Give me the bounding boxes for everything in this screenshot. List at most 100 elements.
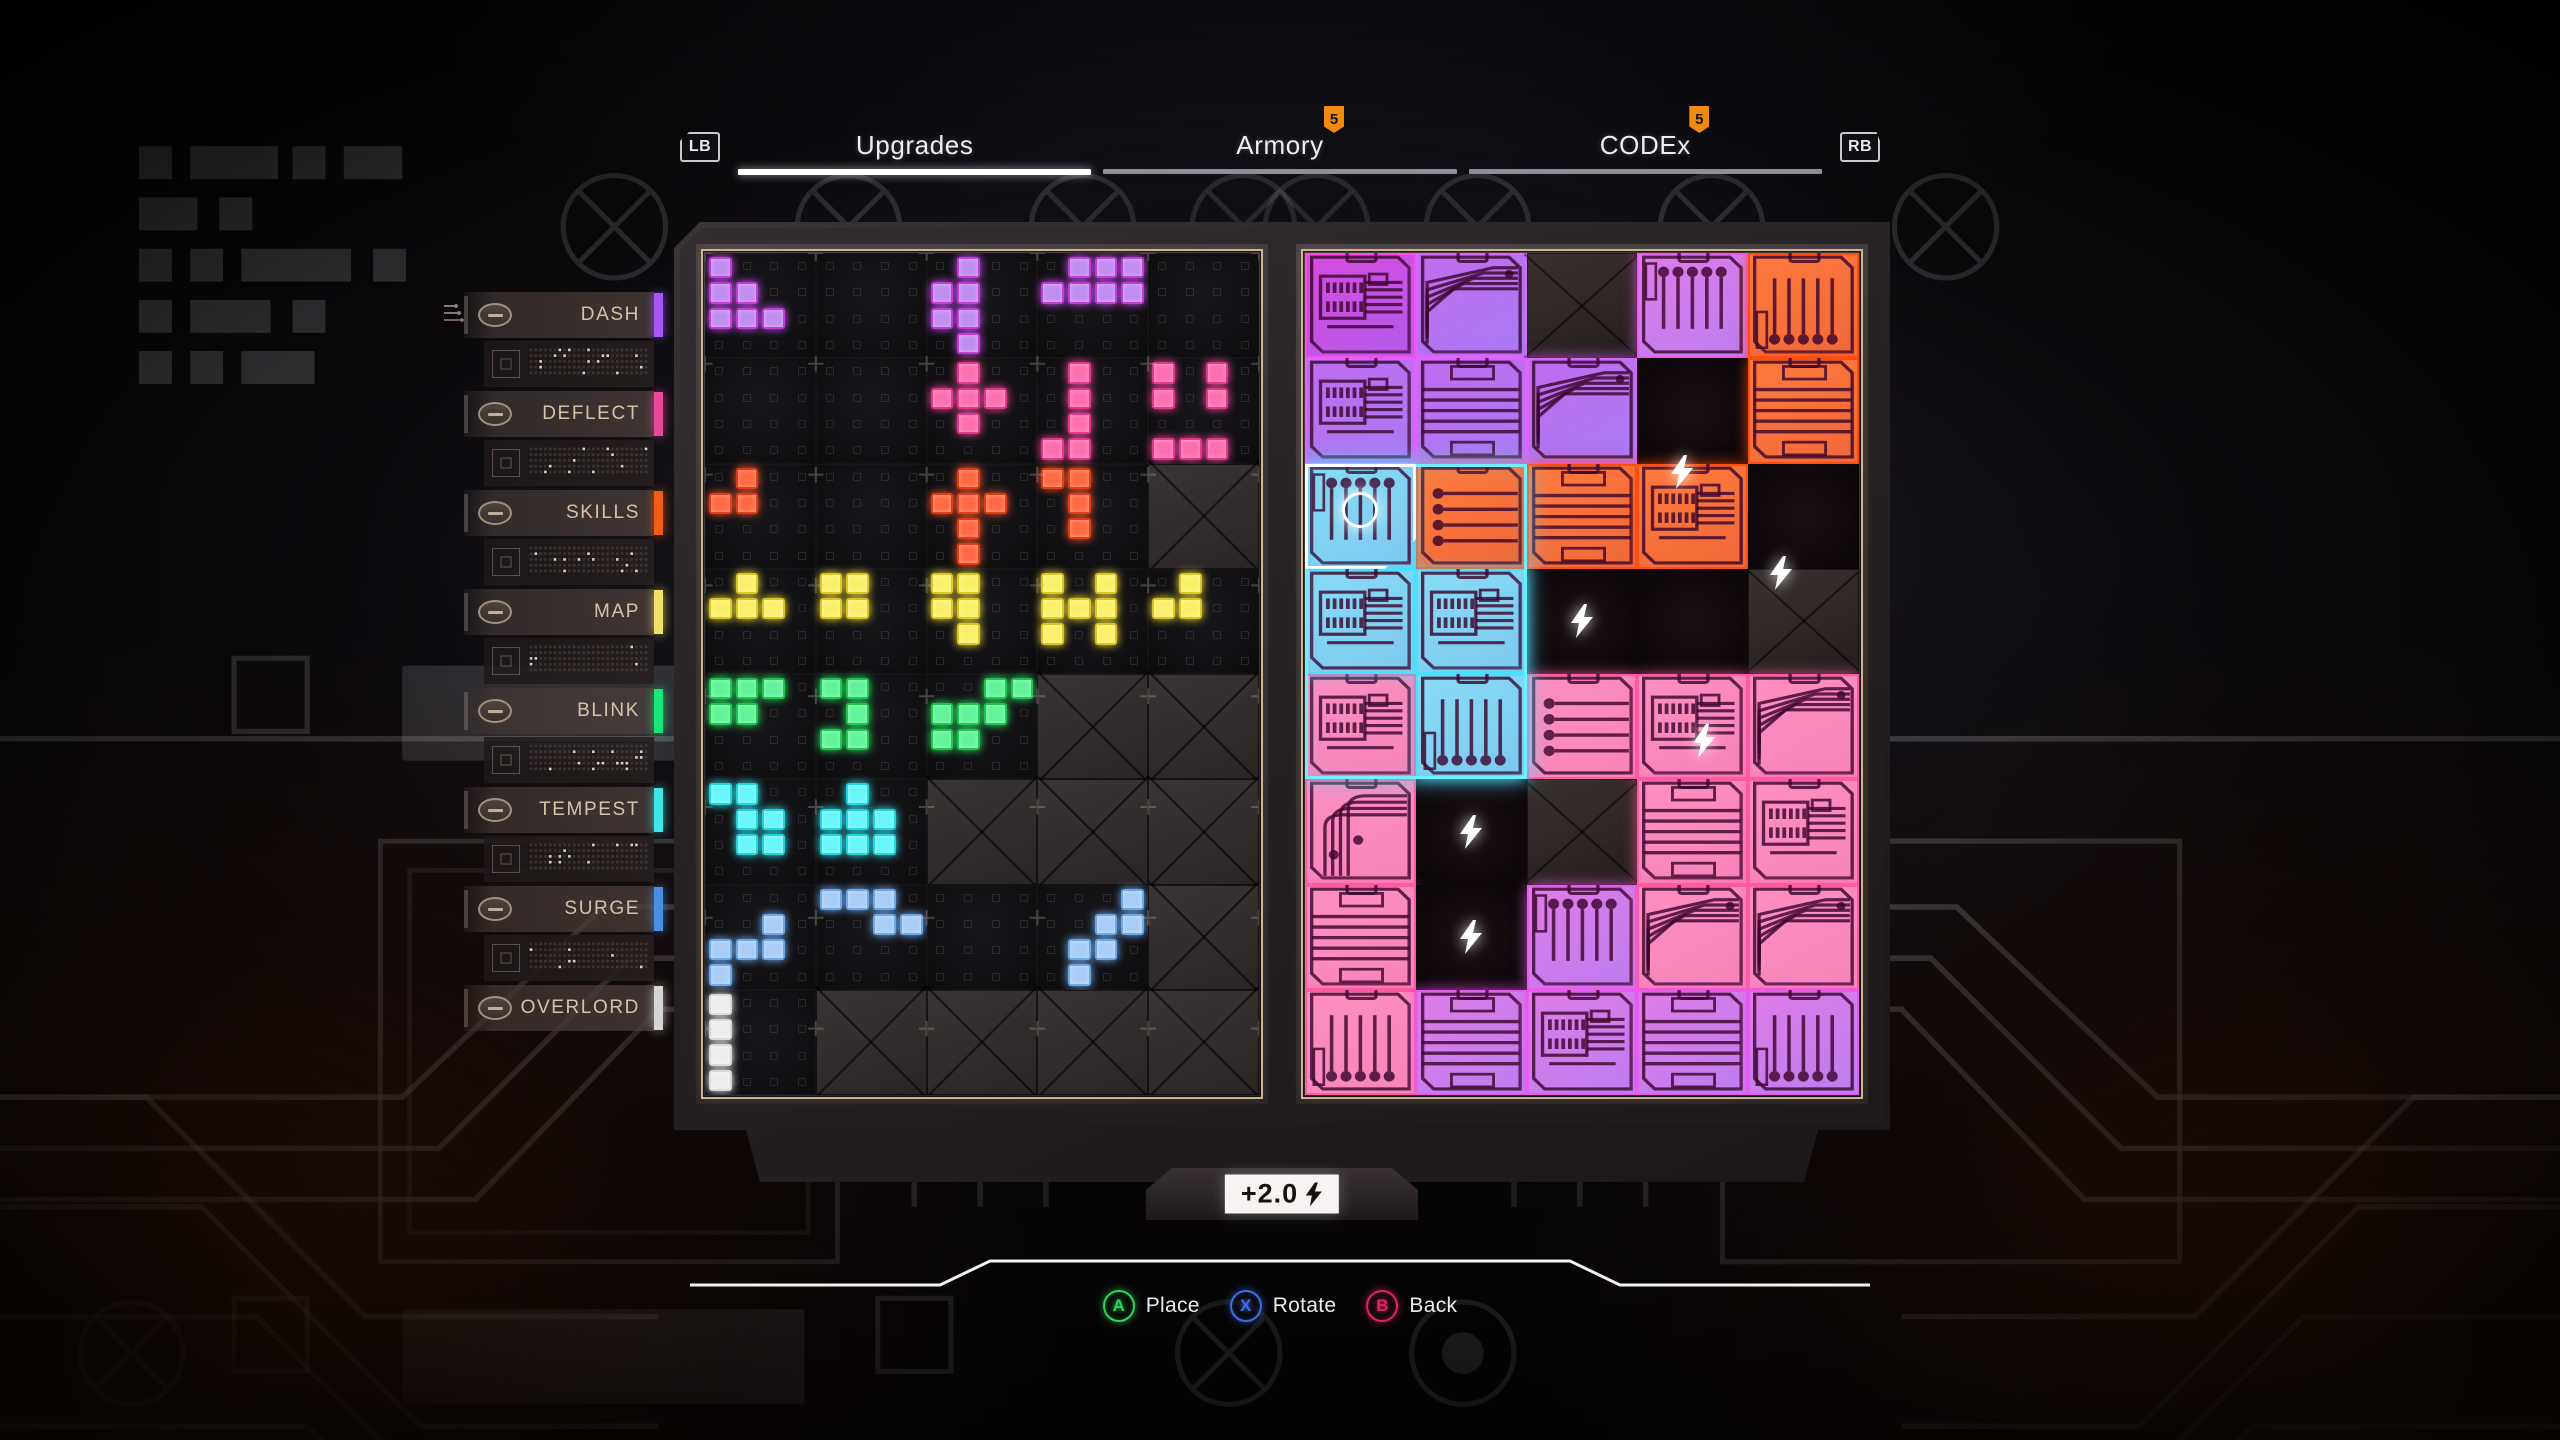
tetromino-green[interactable] — [927, 674, 1038, 779]
inventory-piece-slot[interactable] — [926, 253, 1038, 359]
circuit-module-orange[interactable] — [1526, 463, 1638, 569]
circuit-module-rose[interactable] — [1748, 674, 1859, 780]
tetromino-pink[interactable] — [1148, 358, 1259, 463]
circuit-empty-slot[interactable] — [1415, 779, 1527, 885]
tab-upgrades[interactable]: Upgrades — [732, 118, 1097, 175]
circuit-module-rose[interactable] — [1305, 779, 1416, 885]
circuit-module-magenta[interactable] — [1305, 253, 1416, 359]
circuit-module-violet[interactable] — [1415, 358, 1527, 464]
sidebar-item-tempest[interactable]: TEMPEST — [464, 787, 663, 833]
circuit-module-orchid[interactable] — [1637, 253, 1749, 359]
tetromino-yellow[interactable] — [1037, 569, 1148, 674]
inventory-piece-slot[interactable] — [705, 568, 816, 674]
circuit-empty-slot[interactable] — [1305, 568, 1416, 674]
tab-codex[interactable]: CODEx 5 — [1463, 106, 1828, 175]
circuit-module-rose[interactable] — [1748, 779, 1859, 885]
tetromino-orange[interactable] — [1037, 464, 1148, 569]
tab-armory[interactable]: Armory 5 — [1097, 106, 1462, 175]
circuit-module-rose[interactable] — [1637, 674, 1749, 780]
tetromino-blue[interactable] — [816, 885, 927, 990]
circuit-module-rose[interactable] — [1305, 674, 1416, 780]
inventory-piece-slot[interactable] — [926, 358, 1038, 464]
circuit-module-orchid[interactable] — [1526, 884, 1638, 990]
circuit-module-violet[interactable] — [1415, 253, 1527, 359]
prompt-rotate[interactable]: X Rotate — [1229, 1290, 1337, 1322]
inventory-piece-slot[interactable] — [705, 253, 816, 359]
circuit-module-rose[interactable] — [1526, 674, 1638, 780]
inventory-piece-slot[interactable] — [926, 674, 1038, 780]
tetromino-purple[interactable] — [927, 253, 1038, 358]
circuit-module-rose[interactable] — [1415, 674, 1527, 780]
tetromino-yellow[interactable] — [927, 569, 1038, 674]
circuit-module-orchid[interactable] — [1637, 989, 1749, 1095]
circuit-module-orange[interactable] — [1748, 253, 1859, 359]
circuit-empty-slot[interactable] — [1415, 568, 1527, 674]
circuit-module-orange[interactable] — [1415, 463, 1527, 569]
circuit-module-rose[interactable] — [1748, 884, 1859, 990]
prompt-back[interactable]: B Back — [1366, 1290, 1457, 1322]
sidebar-item-surge[interactable]: SURGE — [464, 886, 663, 932]
inventory-piece-slot[interactable] — [1148, 568, 1259, 674]
prompt-place[interactable]: A Place — [1102, 1290, 1200, 1322]
tetromino-blue[interactable] — [705, 885, 816, 990]
tetromino-orange[interactable] — [705, 464, 816, 569]
tetromino-cyan[interactable] — [705, 779, 816, 884]
circuit-module-orchid[interactable] — [1526, 989, 1638, 1095]
inventory-piece-slot[interactable] — [705, 674, 816, 780]
inventory-piece-slot[interactable] — [1148, 358, 1259, 464]
sidebar-item-skills[interactable]: SKILLS — [464, 490, 663, 536]
sidebar-item-overlord[interactable]: OVERLORD — [464, 985, 663, 1031]
inventory-grid[interactable] — [705, 253, 1259, 1095]
circuit-module-orange[interactable] — [1748, 358, 1859, 464]
tetromino-white[interactable] — [705, 990, 816, 1095]
circuit-empty-slot[interactable] — [1526, 568, 1638, 674]
tetromino-cyan[interactable] — [816, 779, 927, 884]
circuit-empty-slot[interactable] — [1748, 463, 1859, 569]
circuit-empty-slot[interactable] — [1415, 884, 1527, 990]
inventory-piece-slot[interactable] — [1037, 463, 1149, 569]
circuit-module-orchid[interactable] — [1748, 989, 1859, 1095]
sidebar-item-dash[interactable]: DASH — [464, 292, 663, 338]
inventory-piece-slot[interactable] — [1037, 568, 1149, 674]
circuit-empty-slot[interactable] — [1637, 568, 1749, 674]
sidebar-item-map[interactable]: MAP — [464, 589, 663, 635]
inventory-piece-slot[interactable] — [1037, 253, 1149, 359]
inventory-piece-slot[interactable] — [1037, 884, 1149, 990]
circuit-module-rose[interactable] — [1637, 884, 1749, 990]
inventory-piece-slot[interactable] — [705, 989, 816, 1095]
tetromino-green[interactable] — [705, 674, 816, 779]
inventory-piece-slot[interactable] — [926, 463, 1038, 569]
tetromino-purple[interactable] — [1037, 253, 1148, 358]
circuit-grid[interactable] — [1305, 253, 1859, 1095]
sidebar-item-deflect[interactable]: DEFLECT — [464, 391, 663, 437]
circuit-module-violet[interactable] — [1305, 358, 1416, 464]
inventory-piece-slot[interactable] — [705, 779, 816, 885]
tetromino-purple[interactable] — [705, 253, 816, 358]
inventory-piece-slot[interactable] — [705, 463, 816, 569]
inventory-piece-slot[interactable] — [926, 568, 1038, 674]
sidebar-item-blink[interactable]: BLINK — [464, 688, 663, 734]
circuit-empty-slot[interactable] — [1305, 463, 1416, 569]
tetromino-pink[interactable] — [1037, 358, 1148, 463]
circuit-empty-slot[interactable] — [1637, 358, 1749, 464]
inventory-piece-slot[interactable] — [1037, 358, 1149, 464]
circuit-module-rose[interactable] — [1305, 884, 1416, 990]
circuit-module-orchid[interactable] — [1415, 989, 1527, 1095]
circuit-module-violet[interactable] — [1526, 358, 1638, 464]
inventory-piece-slot[interactable] — [815, 674, 927, 780]
tetromino-yellow[interactable] — [705, 569, 816, 674]
inventory-piece-slot[interactable] — [815, 779, 927, 885]
tetromino-green[interactable] — [816, 674, 927, 779]
tetromino-orange[interactable] — [927, 464, 1038, 569]
slot-dot — [843, 516, 871, 542]
inventory-piece-slot[interactable] — [815, 568, 927, 674]
circuit-module-rose[interactable] — [1305, 989, 1416, 1095]
tetromino-blue[interactable] — [1037, 885, 1148, 990]
circuit-module-rose[interactable] — [1637, 779, 1749, 885]
tetromino-pink[interactable] — [927, 358, 1038, 463]
circuit-module-orange[interactable] — [1637, 463, 1749, 569]
inventory-piece-slot[interactable] — [705, 884, 816, 990]
tetromino-yellow[interactable] — [1148, 569, 1259, 674]
inventory-piece-slot[interactable] — [815, 884, 927, 990]
tetromino-yellow[interactable] — [816, 569, 927, 674]
